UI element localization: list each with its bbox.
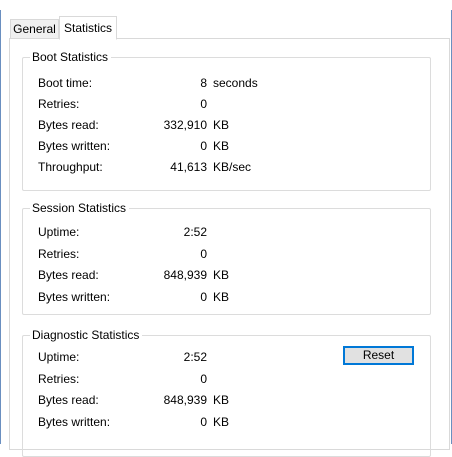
session-row-label: Uptime: — [38, 225, 80, 239]
reset-button[interactable]: Reset — [343, 346, 414, 365]
title-bar[interactable] — [0, 0, 452, 10]
boot-row-label: Throughput: — [38, 160, 103, 174]
diagnostic-row-label: Bytes written: — [38, 414, 111, 429]
boot-row-unit: KB/sec — [213, 160, 252, 174]
boot-row-label: Bytes read: — [38, 118, 99, 132]
diagnostic-row-unit: KB — [213, 414, 230, 429]
session-row-value: 0 — [200, 246, 207, 261]
session-row-unit: KB — [213, 268, 230, 282]
session-row-unit: KB — [213, 289, 230, 304]
boot-row-unit: KB — [213, 139, 230, 153]
diagnostic-row-value: 0 — [200, 371, 207, 386]
boot-row-value: 41,613 — [170, 160, 207, 174]
diagnostic-row-value: 2:52 — [183, 350, 207, 364]
boot-row-unit: KB — [213, 118, 230, 132]
diagnostic-row-value: 848,939 — [163, 393, 207, 407]
diagnostic-row-label: Uptime: — [38, 350, 80, 364]
tab-general[interactable]: General — [10, 19, 59, 39]
boot-row-value: 332,910 — [163, 118, 207, 132]
boot-row-value: 0 — [200, 97, 207, 111]
diagnostic-row-value: 0 — [200, 414, 207, 429]
boot-row-unit: seconds — [213, 76, 258, 90]
session-row-label: Retries: — [38, 246, 80, 261]
session-row-label: Bytes read: — [38, 268, 99, 282]
boot-row-value: 8 — [200, 76, 207, 90]
diagnostic-row-unit: KB — [213, 393, 230, 407]
boot-row-label: Retries: — [38, 97, 80, 111]
session-statistics-title: Session Statistics — [30, 201, 130, 215]
session-row-value: 2:52 — [183, 225, 207, 239]
diagnostic-statistics-title: Diagnostic Statistics — [30, 328, 143, 342]
tab-statistics[interactable]: Statistics — [59, 16, 117, 40]
boot-statistics-title: Boot Statistics — [30, 50, 112, 64]
diagnostic-row-label: Retries: — [38, 371, 80, 386]
diagnostic-row-label: Bytes read: — [38, 393, 99, 407]
boot-row-label: Boot time: — [38, 76, 93, 90]
session-row-value: 848,939 — [163, 268, 207, 282]
boot-row-label: Bytes written: — [38, 139, 111, 153]
session-row-label: Bytes written: — [38, 289, 111, 304]
session-row-value: 0 — [200, 289, 207, 304]
window-border-left — [0, 0, 1, 444]
boot-row-value: 0 — [200, 139, 207, 153]
